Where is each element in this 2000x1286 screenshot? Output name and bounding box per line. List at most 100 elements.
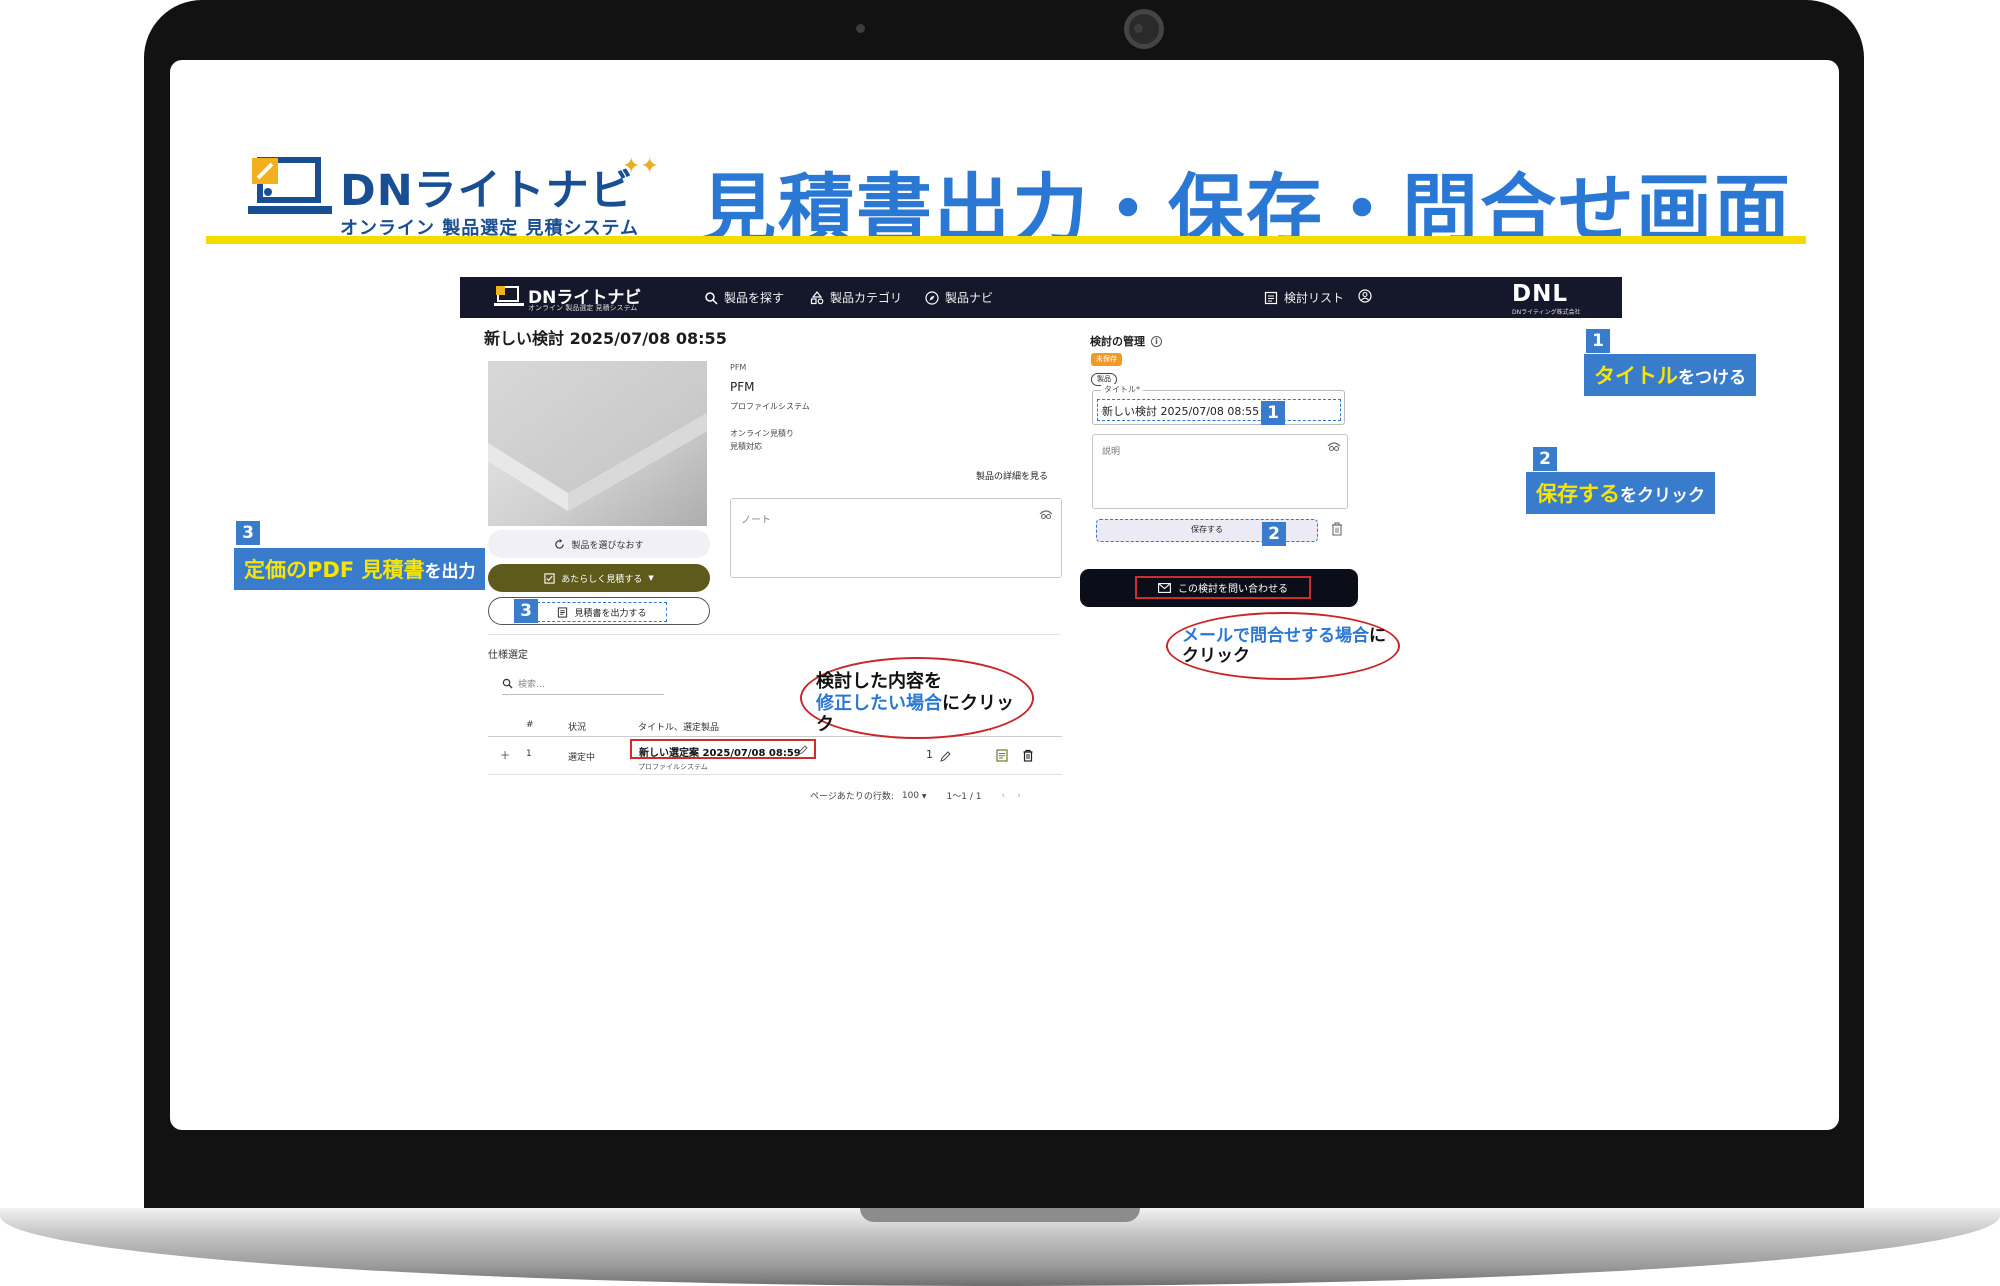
nav-item-label: 製品を探す xyxy=(724,291,785,305)
title-field[interactable]: タイトル* 新しい検討 2025/07/08 08:55 xyxy=(1092,384,1345,425)
new-estimate-button[interactable]: あたらしく見積する ▼ xyxy=(488,564,710,592)
product-photo xyxy=(488,361,707,526)
row-product: プロファイルシステム xyxy=(638,763,708,771)
rows-per-page-select[interactable]: 100 ▼ xyxy=(902,791,927,801)
row-title-highlight[interactable]: 新しい選定案 2025/07/08 08:59 xyxy=(630,739,816,759)
page-range: 1〜1 / 1 xyxy=(946,792,982,802)
company-name: DNライティング株式会社 xyxy=(1512,309,1581,316)
brand-name: DNライトナビ xyxy=(340,166,634,216)
edit-pencil-icon[interactable] xyxy=(798,745,808,755)
note-label: ノート xyxy=(741,515,771,526)
product-detail-link[interactable]: 製品の詳細を見る xyxy=(976,469,1048,482)
row-number: 1 xyxy=(526,749,532,759)
search-icon xyxy=(502,678,513,689)
hide-icon[interactable] xyxy=(1327,439,1341,453)
callout-pdf-prefix: 定価の xyxy=(244,558,307,582)
account-icon xyxy=(1358,289,1372,303)
page-title: 新しい検討 2025/07/08 08:55 xyxy=(484,329,727,348)
sensor-dot xyxy=(856,24,865,33)
description-field[interactable]: 説明 xyxy=(1092,434,1348,509)
bubble-mail-text: に xyxy=(1369,626,1386,646)
output-estimate-highlight: 見積書を出力する xyxy=(537,602,667,622)
nav-logo-sub: オンライン 製品選定 見積システム xyxy=(528,304,638,312)
nav-review-list[interactable]: 検討リスト xyxy=(1264,289,1344,306)
column-header-title: タイトル、選定製品 xyxy=(638,723,720,733)
laptop-screen: DNライトナビ ✦✦ オンライン 製品選定 見積システム 見積書出力・保存・問合… xyxy=(170,60,1839,1130)
nav-search-products[interactable]: 製品を探す xyxy=(704,289,784,306)
section-divider xyxy=(488,634,1060,635)
column-header-status: 状況 xyxy=(568,723,587,733)
step-number-1: 1 xyxy=(1586,329,1610,353)
product-name: PFM xyxy=(730,380,755,394)
laptop-logo-icon xyxy=(248,157,332,214)
callout-pdf-text: を出力 xyxy=(424,562,476,582)
nav-logo[interactable]: DNライトナビ オンライン 製品選定 見積システム xyxy=(494,285,654,313)
spec-section-title: 仕様選定 xyxy=(488,650,528,661)
description-label: 説明 xyxy=(1102,447,1121,457)
inquiry-button[interactable]: この検討を問い合わせる xyxy=(1080,569,1358,607)
bubble-mail-line2: クリック xyxy=(1182,646,1250,667)
step-number-1: 1 xyxy=(1261,401,1285,425)
nav-item-label: 製品ナビ xyxy=(945,291,994,305)
row-qty: 1 xyxy=(926,748,933,761)
step-number-3: 3 xyxy=(514,599,538,623)
callout-save-highlight: 保存する xyxy=(1536,482,1620,506)
account-button[interactable] xyxy=(1358,289,1372,303)
callout-title: タイトルをつける xyxy=(1584,354,1756,396)
expand-row-button[interactable]: + xyxy=(500,748,510,762)
step-number-2: 2 xyxy=(1262,522,1286,546)
row-title: 新しい選定案 2025/07/08 08:59 xyxy=(639,748,801,759)
app-window: DNライトナビ オンライン 製品選定 見積システム 製品を探す 製品カテゴリ 製… xyxy=(460,277,1622,827)
bubble-edit-highlight: 修正したい場合 xyxy=(816,692,942,714)
table-row[interactable]: + 1 選定中 新しい選定案 2025/07/08 08:59 プロファイルシス… xyxy=(488,737,1062,775)
manage-title: 検討の管理 xyxy=(1090,335,1145,348)
search-icon xyxy=(705,291,718,305)
callout-pdf-highlight: PDF 見積書 xyxy=(307,558,425,582)
manage-panel-title: 検討の管理 i xyxy=(1090,333,1162,349)
company-logo[interactable]: DNL DNライティング株式会社 xyxy=(1512,281,1596,316)
nav-item-label: 製品カテゴリ xyxy=(830,291,903,305)
edit-qty-icon[interactable] xyxy=(940,750,952,762)
top-nav: DNライトナビ オンライン 製品選定 見積システム 製品を探す 製品カテゴリ 製… xyxy=(460,277,1622,318)
note-field[interactable]: ノート xyxy=(730,498,1062,578)
row-status: 選定中 xyxy=(568,753,596,763)
rows-per-page-value: 100 xyxy=(901,790,920,801)
column-header-no: # xyxy=(526,720,534,730)
brand-logo: DNライトナビ ✦✦ オンライン 製品選定 見積システム xyxy=(248,154,659,244)
product-estimate-support: 見積対応 xyxy=(730,442,762,451)
trash-icon[interactable] xyxy=(1330,521,1344,537)
bubble-edit-line1: 検討した内容を xyxy=(816,671,942,692)
callout-pdf: 定価のPDF 見積書を出力 xyxy=(234,548,486,590)
document-icon[interactable] xyxy=(996,749,1008,762)
reselect-product-button[interactable]: 製品を選びなおす xyxy=(488,530,710,558)
nav-product-navi[interactable]: 製品ナビ xyxy=(925,289,993,306)
pagination: ページあたりの行数: 100 ▼ 1〜1 / 1 ‹ › xyxy=(810,789,1021,803)
step-number-3: 3 xyxy=(236,521,260,545)
chevron-down-icon: ▼ xyxy=(648,574,654,582)
product-online-estimate: オンライン見積り xyxy=(730,429,794,438)
nav-item-label: 検討リスト xyxy=(1284,291,1345,305)
title-input[interactable]: 新しい検討 2025/07/08 08:55 xyxy=(1097,399,1341,421)
company-logo-word: DNL xyxy=(1512,281,1568,307)
laptop-notch xyxy=(860,1208,1140,1222)
spec-search-input[interactable]: 検索… xyxy=(502,673,664,695)
title-field-label: タイトル* xyxy=(1101,384,1143,395)
callout-title-highlight: タイトル xyxy=(1594,364,1678,388)
next-page-icon[interactable]: › xyxy=(1017,791,1021,801)
banner-divider xyxy=(206,236,1806,244)
document-icon xyxy=(558,606,568,618)
laptop-logo-icon xyxy=(494,286,524,306)
info-icon[interactable]: i xyxy=(1151,335,1162,347)
camera xyxy=(1124,9,1164,49)
output-estimate-label: 見積書を出力する xyxy=(574,608,647,619)
list-icon xyxy=(1264,291,1278,304)
hide-icon[interactable] xyxy=(1039,507,1053,521)
trash-icon[interactable] xyxy=(1022,749,1034,762)
callout-save-text: をクリック xyxy=(1620,486,1705,506)
nav-product-category[interactable]: 製品カテゴリ xyxy=(810,289,902,306)
mail-icon xyxy=(1158,582,1171,593)
callout-mail-bubble: メールで問合せする場合に クリック xyxy=(1166,612,1400,680)
product-series: プロファイルシステム xyxy=(730,402,810,411)
prev-page-icon[interactable]: ‹ xyxy=(1001,791,1005,801)
product-image xyxy=(488,361,707,526)
